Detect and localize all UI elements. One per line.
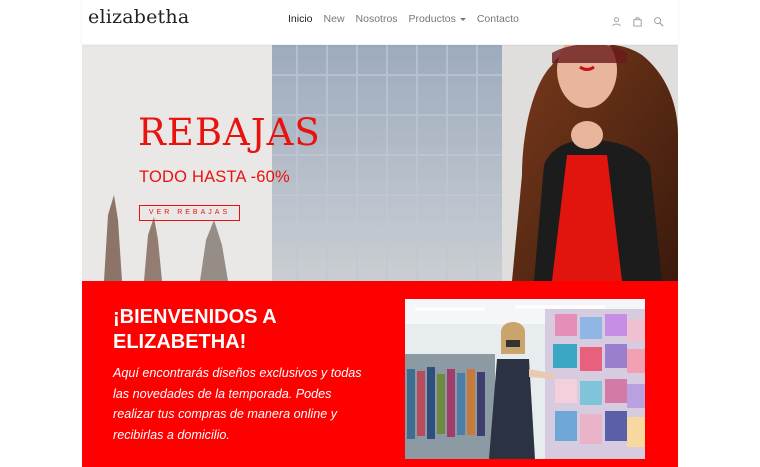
bag-icon[interactable] — [632, 16, 643, 27]
ver-rebajas-button[interactable]: VER REBAJAS — [139, 205, 240, 221]
nav-item-contacto[interactable]: Contacto — [477, 13, 519, 25]
navbar: elizabetha Inicio New Nosotros Productos… — [82, 0, 678, 44]
user-icon[interactable] — [611, 16, 622, 27]
nav-item-productos-label: Productos — [408, 13, 456, 25]
hero-subtitle: TODO HASTA -60% — [139, 168, 290, 186]
nav-item-inicio[interactable]: Inicio — [288, 13, 313, 25]
nav-item-productos[interactable]: Productos — [409, 13, 466, 25]
page: elizabetha Inicio New Nosotros Productos… — [82, 0, 678, 467]
brand-logo[interactable]: elizabetha — [88, 6, 189, 28]
main-nav: Inicio New Nosotros Productos Contacto — [288, 13, 530, 25]
hero-title: REBAJAS — [138, 111, 321, 154]
hero-banner: REBAJAS TODO HASTA -60% VER REBAJAS — [82, 45, 678, 281]
nav-icons — [611, 16, 664, 27]
welcome-title: ¡BIENVENIDOS A ELIZABETHA! — [113, 306, 276, 353]
welcome-text: Aquí encontrarás diseños exclusivos y to… — [113, 366, 362, 442]
chevron-down-icon — [459, 17, 466, 21]
nav-item-nosotros[interactable]: Nosotros — [356, 13, 398, 25]
store-photo — [405, 299, 645, 459]
welcome-section: ¡BIENVENIDOS A ELIZABETHA! Aquí encontra… — [82, 281, 678, 467]
search-icon[interactable] — [653, 16, 664, 27]
nav-item-new[interactable]: New — [324, 13, 345, 25]
hero-image — [82, 45, 678, 281]
store-image — [405, 299, 645, 459]
